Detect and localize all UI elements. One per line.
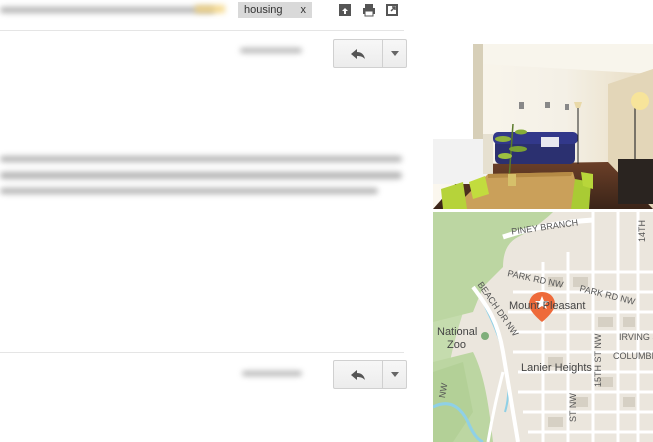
reply-arrow-icon bbox=[351, 369, 365, 380]
label-chip-housing[interactable]: housing x bbox=[238, 2, 313, 18]
message-1-sender-redacted bbox=[240, 48, 302, 53]
open-in-new-window-icon[interactable] bbox=[385, 3, 399, 17]
message-1-reply-group bbox=[333, 39, 407, 68]
map-place-national-zoo-1: National bbox=[437, 326, 478, 338]
message-2-reply-button[interactable] bbox=[334, 361, 383, 388]
label-chip-text: housing bbox=[244, 4, 283, 16]
message-2-more-button[interactable] bbox=[383, 361, 406, 388]
chevron-down-icon bbox=[390, 372, 399, 377]
map-street-irving: IRVING S bbox=[619, 332, 653, 342]
map-street-fourteenth: 14TH bbox=[637, 219, 647, 242]
message-body-line-3 bbox=[0, 188, 378, 194]
print-icon[interactable] bbox=[362, 3, 376, 17]
map-street-st-nw: ST NW bbox=[568, 393, 578, 422]
subject-line-highlight bbox=[195, 5, 225, 13]
message-body-line-2 bbox=[0, 172, 402, 179]
listing-photo[interactable] bbox=[433, 44, 653, 209]
reply-arrow-icon bbox=[351, 48, 365, 59]
label-remove-button[interactable]: x bbox=[301, 2, 307, 18]
location-map[interactable]: PINEY BRANCH PARK RD NW PARK RD NW BEACH… bbox=[433, 212, 653, 442]
map-street-columbia: COLUMBIA bbox=[613, 351, 653, 361]
map-street-fifteenth: 15TH ST NW bbox=[593, 333, 603, 387]
subject-line-redacted bbox=[0, 7, 215, 13]
message-2-sender-redacted bbox=[242, 371, 302, 376]
message-divider bbox=[0, 352, 404, 353]
map-place-national-zoo-2: Zoo bbox=[447, 339, 466, 351]
chevron-down-icon bbox=[390, 51, 399, 56]
message-body-line-1 bbox=[0, 156, 402, 162]
header-divider bbox=[0, 30, 404, 31]
message-1-reply-button[interactable] bbox=[334, 40, 383, 67]
archive-to-top-icon[interactable] bbox=[338, 3, 352, 17]
message-2-reply-group bbox=[333, 360, 407, 389]
message-1-more-button[interactable] bbox=[383, 40, 406, 67]
map-place-lanier-heights: Lanier Heights bbox=[521, 362, 592, 374]
map-place-mount-pleasant: Mount Pleasant bbox=[509, 300, 586, 312]
